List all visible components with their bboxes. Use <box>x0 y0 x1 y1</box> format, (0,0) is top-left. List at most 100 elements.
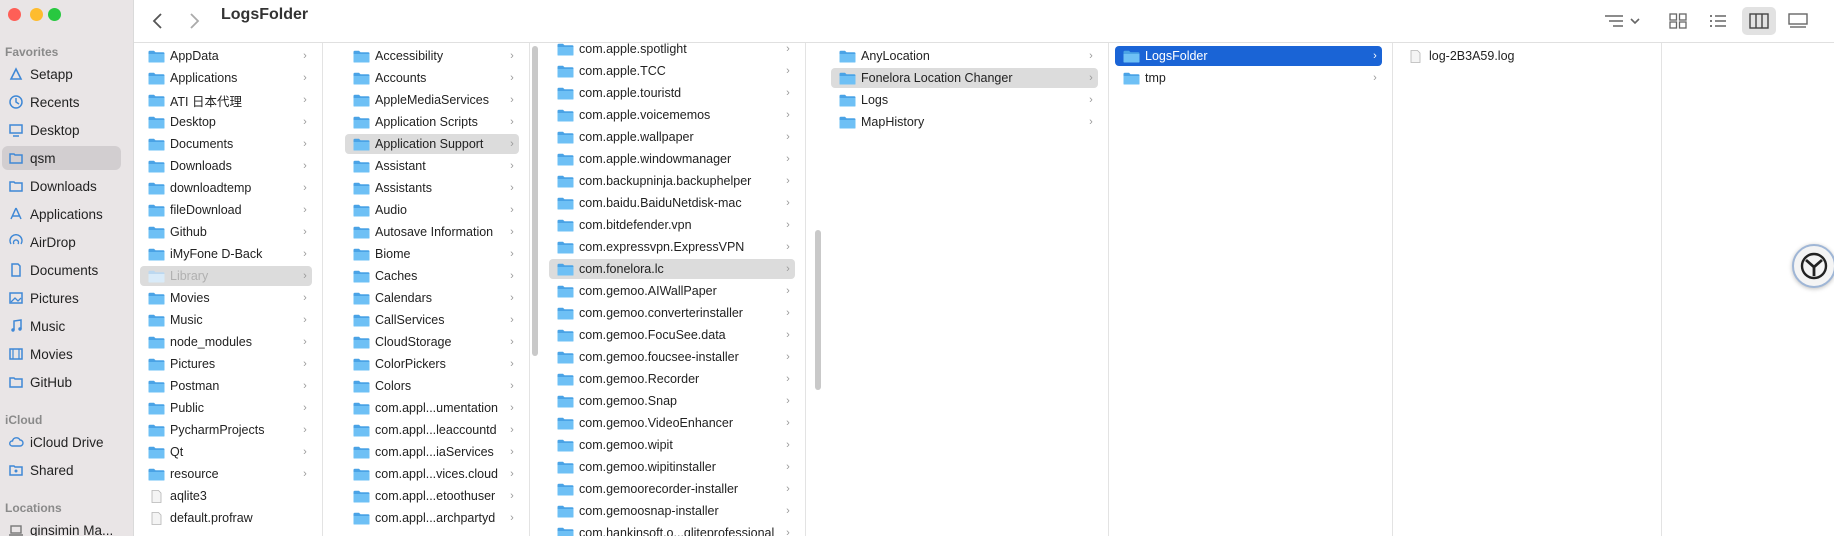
folder-item[interactable]: Documents › <box>140 134 312 154</box>
folder-item[interactable]: AnyLocation › <box>831 46 1098 66</box>
folder-item[interactable]: com.gemoo.wipitinstaller › <box>549 457 795 477</box>
gallery-view-button[interactable] <box>1784 7 1812 35</box>
sidebar-item-recents[interactable]: Recents <box>2 90 121 114</box>
list-view-button[interactable] <box>1704 7 1732 35</box>
folder-item[interactable]: CallServices › <box>345 310 519 330</box>
folder-item[interactable]: Fonelora Location Changer › <box>831 68 1098 88</box>
folder-item[interactable]: com.apple.touristd › <box>549 83 795 103</box>
sidebar-item-desktop[interactable]: Desktop <box>2 118 121 142</box>
sidebar-item-downloads[interactable]: Downloads <box>2 174 121 198</box>
folder-item[interactable]: com.gemoo.Recorder › <box>549 369 795 389</box>
folder-item[interactable]: Assistants › <box>345 178 519 198</box>
folder-item[interactable]: com.appl...archpartyd › <box>345 508 519 528</box>
folder-item[interactable]: PycharmProjects › <box>140 420 312 440</box>
folder-item[interactable]: MapHistory › <box>831 112 1098 132</box>
folder-item[interactable]: com.gemoo.foucsee-installer › <box>549 347 795 367</box>
floating-assistant-button[interactable] <box>1792 244 1834 288</box>
folder-item[interactable]: fileDownload › <box>140 200 312 220</box>
sidebar-item-icloud-drive[interactable]: iCloud Drive <box>2 430 121 454</box>
folder-item[interactable]: Colors › <box>345 376 519 396</box>
folder-item[interactable]: com.gemoo.AIWallPaper › <box>549 281 795 301</box>
folder-item[interactable]: com.bitdefender.vpn › <box>549 215 795 235</box>
sidebar-item-documents[interactable]: Documents <box>2 258 121 282</box>
folder-item[interactable]: com.apple.TCC › <box>549 61 795 81</box>
folder-item[interactable]: Application Support › <box>345 134 519 154</box>
folder-item[interactable]: com.gemoo.FocuSee.data › <box>549 325 795 345</box>
sidebar-item-airdrop[interactable]: AirDrop <box>2 230 121 254</box>
folder-item[interactable]: LogsFolder › <box>1115 46 1382 66</box>
folder-item[interactable]: com.baidu.BaiduNetdisk-mac › <box>549 193 795 213</box>
group-by-button[interactable] <box>1600 7 1648 35</box>
folder-item[interactable]: com.gemoo.VideoEnhancer › <box>549 413 795 433</box>
file-item[interactable]: log-2B3A59.log <box>1399 46 1651 66</box>
folder-item[interactable]: Autosave Information › <box>345 222 519 242</box>
folder-item[interactable]: com.appl...vices.cloud › <box>345 464 519 484</box>
folder-item[interactable]: CloudStorage › <box>345 332 519 352</box>
folder-item[interactable]: Applications › <box>140 68 312 88</box>
folder-item[interactable]: AppleMediaServices › <box>345 90 519 110</box>
folder-item[interactable]: com.gemoo.converterinstaller › <box>549 303 795 323</box>
folder-item[interactable]: com.apple.voicememos › <box>549 105 795 125</box>
folder-item[interactable]: node_modules › <box>140 332 312 352</box>
sidebar-item-qinsimin-ma[interactable]: qinsimin Ma... <box>2 518 121 536</box>
folder-item[interactable]: AppData › <box>140 46 312 66</box>
folder-item[interactable]: Downloads › <box>140 156 312 176</box>
minimize-window-button[interactable] <box>30 8 43 21</box>
sidebar-item-github[interactable]: GitHub <box>2 370 121 394</box>
folder-item[interactable]: com.apple.windowmanager › <box>549 149 795 169</box>
folder-item[interactable]: com.appl...umentation › <box>345 398 519 418</box>
column-library-scrollbar[interactable] <box>532 46 538 356</box>
folder-item[interactable]: Accounts › <box>345 68 519 88</box>
sidebar-item-applications[interactable]: Applications <box>2 202 121 226</box>
sidebar-item-music[interactable]: Music <box>2 314 121 338</box>
folder-item[interactable]: Music › <box>140 310 312 330</box>
folder-item[interactable]: Pictures › <box>140 354 312 374</box>
folder-item[interactable]: Application Scripts › <box>345 112 519 132</box>
folder-item[interactable]: ColorPickers › <box>345 354 519 374</box>
icon-view-button[interactable] <box>1664 7 1692 35</box>
folder-item[interactable]: com.hankinsoft.o...qliteprofessional › <box>549 523 795 536</box>
forward-button[interactable] <box>180 7 208 35</box>
folder-item[interactable]: com.gemoorecorder-installer › <box>549 479 795 499</box>
folder-item[interactable]: Desktop › <box>140 112 312 132</box>
column-application-support-scrollbar[interactable] <box>815 230 821 390</box>
sidebar-item-qsm[interactable]: qsm <box>2 146 121 170</box>
folder-item[interactable]: Calendars › <box>345 288 519 308</box>
folder-item[interactable]: com.apple.spotlight › <box>549 43 795 59</box>
sidebar-item-shared[interactable]: Shared <box>2 458 121 482</box>
folder-item[interactable]: ATI 日本代理 › <box>140 90 312 110</box>
folder-item[interactable]: Biome › <box>345 244 519 264</box>
folder-item[interactable]: com.gemoo.Snap › <box>549 391 795 411</box>
close-window-button[interactable] <box>8 8 21 21</box>
folder-item[interactable]: com.gemoo.wipit › <box>549 435 795 455</box>
folder-item[interactable]: Accessibility › <box>345 46 519 66</box>
folder-item[interactable]: Postman › <box>140 376 312 396</box>
folder-item[interactable]: com.gemoosnap-installer › <box>549 501 795 521</box>
folder-item[interactable]: com.backupninja.backuphelper › <box>549 171 795 191</box>
folder-item[interactable]: Movies › <box>140 288 312 308</box>
folder-item[interactable]: resource › <box>140 464 312 484</box>
sidebar-item-movies[interactable]: Movies <box>2 342 121 366</box>
sidebar-item-setapp[interactable]: Setapp <box>2 62 121 86</box>
zoom-window-button[interactable] <box>48 8 61 21</box>
back-button[interactable] <box>144 7 172 35</box>
folder-item[interactable]: Public › <box>140 398 312 418</box>
folder-item[interactable]: Logs › <box>831 90 1098 110</box>
file-item[interactable]: aqlite3 <box>140 486 312 506</box>
folder-item[interactable]: downloadtemp › <box>140 178 312 198</box>
folder-item[interactable]: Audio › <box>345 200 519 220</box>
folder-item[interactable]: com.expressvpn.ExpressVPN › <box>549 237 795 257</box>
folder-item[interactable]: Caches › <box>345 266 519 286</box>
folder-item[interactable]: com.apple.wallpaper › <box>549 127 795 147</box>
sidebar-item-pictures[interactable]: Pictures <box>2 286 121 310</box>
folder-item[interactable]: com.appl...iaServices › <box>345 442 519 462</box>
folder-item[interactable]: Library › <box>140 266 312 286</box>
folder-item[interactable]: com.appl...etoothuser › <box>345 486 519 506</box>
folder-item[interactable]: Github › <box>140 222 312 242</box>
column-view-button[interactable] <box>1742 7 1776 35</box>
folder-item[interactable]: Qt › <box>140 442 312 462</box>
file-item[interactable]: default.profraw <box>140 508 312 528</box>
folder-item[interactable]: com.fonelora.lc › <box>549 259 795 279</box>
folder-item[interactable]: tmp › <box>1115 68 1382 88</box>
folder-item[interactable]: Assistant › <box>345 156 519 176</box>
